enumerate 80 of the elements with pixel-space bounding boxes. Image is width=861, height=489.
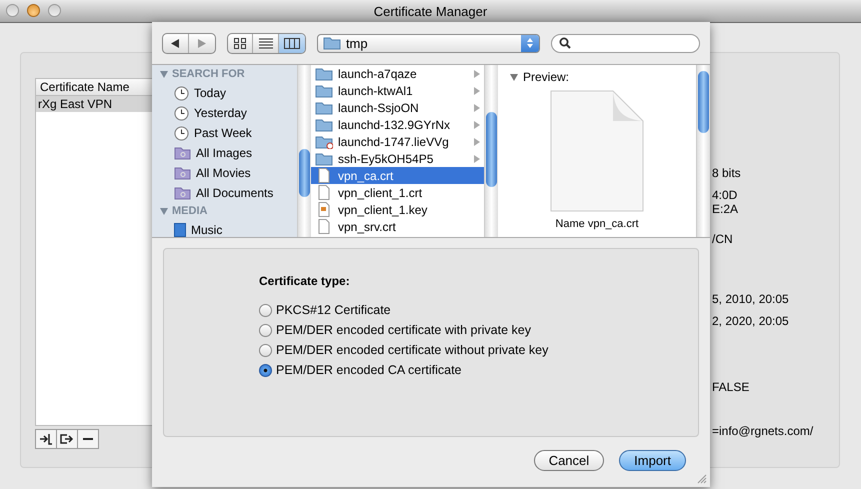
detail-text: =info@rgnets.com/ — [712, 424, 814, 438]
import-icon[interactable] — [35, 429, 57, 449]
file-row[interactable]: launch-SsjoON — [311, 99, 484, 116]
disclosure-arrow-icon — [474, 154, 480, 162]
file-row[interactable]: vpn_ca.crt — [311, 167, 484, 184]
folder-icon — [315, 118, 333, 132]
preview-title: Preview: — [523, 70, 570, 84]
disclosure-triangle-icon[interactable] — [510, 74, 518, 80]
remove-icon[interactable] — [77, 429, 99, 449]
folder-icon — [315, 100, 333, 114]
close-icon[interactable] — [6, 4, 19, 17]
disclosure-arrow-icon — [474, 138, 480, 146]
clock-icon — [174, 126, 189, 140]
gear-folder-icon — [174, 186, 191, 200]
clock-icon — [174, 86, 189, 100]
file-row[interactable]: ssh-Ey5kOH54P5 — [311, 150, 484, 167]
radio-option[interactable]: PKCS#12 Certificate — [259, 300, 698, 320]
radio-option[interactable]: PEM/DER encoded certificate without private key — [259, 340, 698, 360]
radio-option[interactable]: PEM/DER encoded CA certificate — [259, 360, 698, 380]
folder-icon — [315, 66, 333, 80]
file-row[interactable]: launch-a7qaze — [311, 65, 484, 82]
detail-text: FALSE — [712, 380, 750, 394]
sidebar-item[interactable]: Music — [152, 220, 297, 237]
preview-file-name: Name vpn_ca.crt — [555, 218, 639, 230]
sidebar-item[interactable]: All Images — [152, 143, 297, 163]
up-down-arrows-icon — [521, 34, 540, 52]
disclosure-arrow-icon — [474, 120, 480, 128]
navigation-control[interactable] — [162, 32, 216, 54]
minimize-icon[interactable] — [27, 4, 40, 17]
scrollbar[interactable] — [484, 65, 498, 237]
folder-icon — [315, 134, 333, 148]
detail-text: 2, 2020, 20:05 — [712, 314, 789, 328]
disclosure-arrow-icon — [474, 70, 480, 78]
file-row[interactable]: vpn_client_1.crt — [311, 184, 484, 201]
path-dropdown[interactable]: tmp — [316, 34, 540, 52]
resize-grip-icon[interactable] — [697, 474, 707, 484]
grid-icon — [234, 38, 246, 48]
sidebar-section-header: SEARCH FOR — [172, 67, 245, 82]
zoom-icon[interactable] — [48, 4, 61, 17]
forward-icon — [198, 38, 206, 48]
file-row[interactable]: launchd-1747.lieVVg — [311, 133, 484, 150]
file-row[interactable]: vpn_srv.crt — [311, 218, 484, 235]
certificate-type-label: Certificate type: — [259, 274, 351, 288]
list-icon — [258, 38, 273, 48]
music-icon — [174, 223, 186, 237]
scrollbar[interactable] — [696, 65, 710, 237]
detail-text: E:2A — [712, 202, 738, 216]
cancel-button[interactable]: Cancel — [534, 450, 604, 471]
radio-option[interactable]: PEM/DER encoded certificate with private key — [259, 320, 698, 340]
gear-folder-icon — [174, 146, 191, 160]
import-button[interactable]: Import — [619, 450, 686, 471]
sidebar-item[interactable]: All Movies — [152, 163, 297, 183]
detail-text: 4:0D — [712, 188, 738, 202]
view-mode-control[interactable] — [226, 32, 306, 54]
column-view-button[interactable] — [279, 34, 305, 52]
folder-icon — [322, 36, 341, 50]
file-row[interactable]: launchd-132.9GYrNx — [311, 116, 484, 133]
window-title: Certificate Manager — [374, 4, 488, 18]
disclosure-arrow-icon — [474, 86, 480, 94]
sidebar-item[interactable]: All Documents — [152, 183, 297, 203]
clock-icon — [174, 106, 189, 120]
detail-text: /CN — [712, 232, 733, 246]
back-icon — [171, 38, 180, 48]
detail-text: 8 bits — [712, 166, 741, 180]
disclosure-triangle-icon[interactable] — [160, 208, 168, 215]
export-icon[interactable] — [56, 429, 78, 449]
search-icon — [559, 37, 572, 49]
file-row[interactable]: launch-ktwAl1 — [311, 82, 484, 99]
scrollbar[interactable] — [297, 65, 311, 237]
columns-icon — [284, 38, 300, 48]
sidebar-item[interactable]: Past Week — [152, 123, 297, 143]
disclosure-triangle-icon[interactable] — [160, 71, 168, 78]
folder-icon — [315, 84, 333, 98]
disclosure-arrow-icon — [474, 104, 480, 112]
document-icon — [550, 90, 644, 212]
search-field[interactable] — [551, 34, 700, 52]
detail-text: 5, 2010, 20:05 — [712, 292, 789, 306]
gear-folder-icon — [174, 166, 191, 180]
file-row[interactable]: vpn_client_1.key — [311, 201, 484, 218]
sidebar-section-header: MEDIA — [172, 204, 208, 219]
